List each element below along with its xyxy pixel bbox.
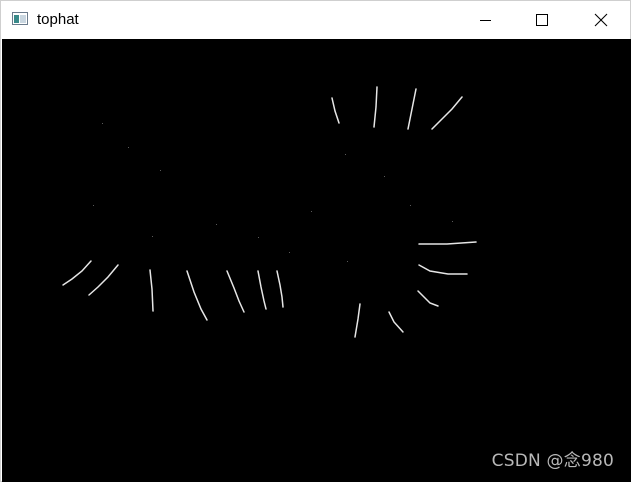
minimize-button[interactable] [462,1,508,39]
app-window-icon [12,12,28,25]
title-bar[interactable]: tophat [1,1,630,39]
close-button[interactable] [576,1,622,39]
tophat-image-strokes [62,86,477,338]
maximize-button[interactable] [518,1,564,39]
close-icon [594,13,608,27]
minimize-icon [480,20,491,21]
app-window: tophat CSDN @念980 [0,0,631,482]
watermark: CSDN @念980 [491,451,614,471]
tophat-image [2,39,631,482]
window-title: tophat [37,11,79,28]
maximize-icon [536,14,548,26]
